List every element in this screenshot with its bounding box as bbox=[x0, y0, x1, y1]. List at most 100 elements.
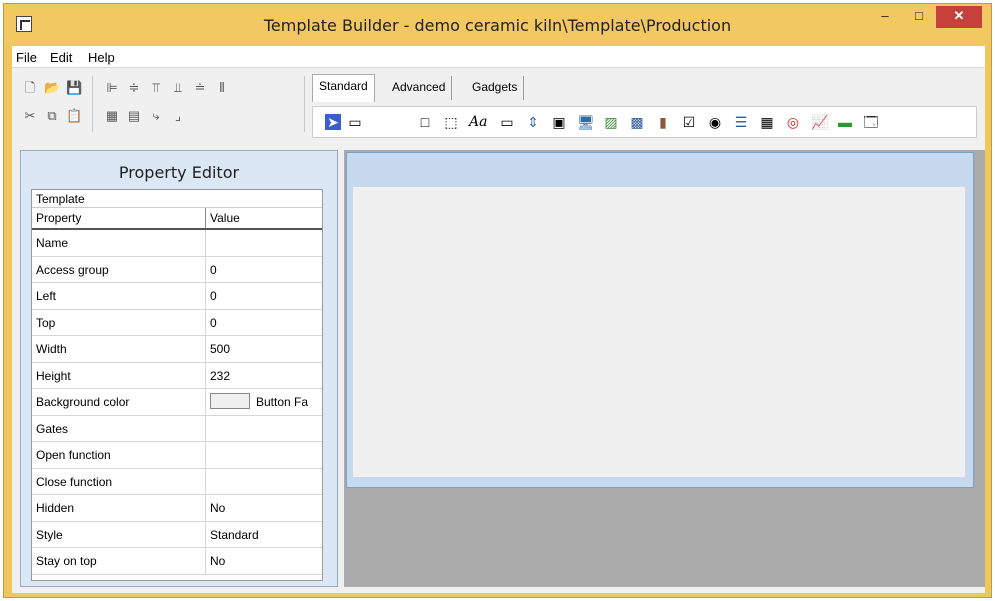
monitor-icon[interactable]: 🖥 bbox=[577, 114, 595, 130]
snap-icon[interactable]: ▤ bbox=[126, 108, 142, 124]
table-row[interactable]: Access group 0 bbox=[32, 256, 322, 283]
property-name: Height bbox=[32, 362, 206, 388]
component-palette: ➤ ▭ □ ⬚ Aa ▭ ⇕ ▣ 🖥 ▨ ▩ ▮ ☑ ◉ ☰ ▦ ◎ 📈 ▬ 🗔 bbox=[312, 106, 977, 138]
new-icon[interactable]: 🗋 bbox=[22, 80, 38, 96]
property-value[interactable]: 0 bbox=[206, 257, 322, 283]
indicator-icon[interactable]: ▬ bbox=[837, 114, 853, 130]
radio-icon[interactable]: ◉ bbox=[707, 114, 723, 130]
menu-file[interactable]: File bbox=[16, 50, 37, 65]
property-name: Hidden bbox=[32, 495, 206, 521]
spin-icon[interactable]: ⇕ bbox=[525, 114, 541, 130]
table-row[interactable]: Width 500 bbox=[32, 336, 322, 363]
table-row[interactable]: Background color Button Fa bbox=[32, 389, 322, 416]
property-name: Style bbox=[32, 521, 206, 547]
property-value[interactable]: No bbox=[206, 495, 322, 521]
order-icon[interactable]: ⤷ bbox=[148, 108, 164, 124]
property-value[interactable]: 0 bbox=[206, 283, 322, 309]
step-icon[interactable]: ⌟ bbox=[170, 108, 186, 124]
table-row[interactable]: Name bbox=[32, 230, 322, 257]
property-name: Top bbox=[32, 309, 206, 335]
window-title: Template Builder - demo ceramic kiln\Tem… bbox=[263, 16, 732, 35]
frame-icon[interactable]: ▭ bbox=[347, 114, 363, 130]
alarm-icon[interactable]: ◎ bbox=[785, 114, 801, 130]
property-grid: Template Property Value Name Access grou… bbox=[31, 189, 323, 581]
save-icon[interactable]: 💾 bbox=[66, 80, 82, 96]
size-icon[interactable]: ⫴ bbox=[214, 80, 230, 96]
grid-icon[interactable]: ▦ bbox=[759, 114, 775, 130]
color-swatch[interactable] bbox=[210, 393, 250, 410]
property-value-color[interactable]: Button Fa bbox=[206, 389, 322, 415]
gauge-icon[interactable]: ▮ bbox=[655, 114, 671, 130]
image-icon[interactable]: ▣ bbox=[551, 114, 567, 130]
table-row[interactable]: Stay on top No bbox=[32, 548, 322, 575]
table-row[interactable]: Top 0 bbox=[32, 309, 322, 336]
table-row[interactable]: Style Standard bbox=[32, 521, 322, 548]
checkbox-icon[interactable]: ☑ bbox=[681, 114, 697, 130]
property-value[interactable]: No bbox=[206, 548, 322, 574]
title-bar[interactable]: Template Builder - demo ceramic kiln\Tem… bbox=[4, 4, 991, 46]
picture-icon[interactable]: ▨ bbox=[603, 114, 619, 130]
property-value[interactable]: Standard bbox=[206, 522, 322, 548]
toolbar-separator bbox=[304, 76, 305, 132]
property-value[interactable]: 0 bbox=[206, 310, 322, 336]
table-row[interactable]: Hidden No bbox=[32, 495, 322, 522]
column-header-property[interactable]: Property bbox=[32, 208, 206, 228]
distribute-icon[interactable]: ≐ bbox=[192, 80, 208, 96]
align-left-icon[interactable]: ⊫ bbox=[104, 80, 120, 96]
property-value[interactable] bbox=[206, 469, 322, 495]
template-window[interactable] bbox=[346, 152, 974, 488]
align-top-icon[interactable]: ⫪ bbox=[148, 80, 164, 96]
table-row[interactable]: Close function bbox=[32, 468, 322, 495]
paste-icon[interactable]: 📋 bbox=[66, 108, 82, 124]
property-value[interactable]: 500 bbox=[206, 336, 322, 362]
property-name: Close function bbox=[32, 468, 206, 494]
cut-icon[interactable]: ✂ bbox=[22, 108, 38, 124]
photo-icon[interactable]: ▩ bbox=[629, 114, 645, 130]
property-value[interactable] bbox=[206, 230, 322, 256]
maximize-button[interactable]: □ bbox=[906, 6, 932, 28]
rectangle-icon[interactable]: □ bbox=[417, 114, 433, 130]
close-button[interactable]: ✕ bbox=[936, 6, 982, 28]
button-icon[interactable]: ▭ bbox=[499, 114, 515, 130]
pointer-icon[interactable]: ➤ bbox=[325, 114, 341, 130]
design-canvas[interactable] bbox=[344, 150, 985, 593]
property-editor: Property Editor Template Property Value … bbox=[20, 150, 338, 587]
table-row[interactable]: Height 232 bbox=[32, 362, 322, 389]
property-value[interactable] bbox=[206, 416, 322, 442]
align-bottom-icon[interactable]: ⫫ bbox=[170, 80, 186, 96]
property-value[interactable]: 232 bbox=[206, 363, 322, 389]
menu-bar: File Edit Help bbox=[12, 46, 985, 68]
list-icon[interactable]: ☰ bbox=[733, 114, 749, 130]
color-name: Button Fa bbox=[256, 395, 309, 409]
property-name: Background color bbox=[32, 389, 206, 415]
table-row[interactable]: Left 0 bbox=[32, 283, 322, 310]
property-name: Gates bbox=[32, 415, 206, 441]
minimize-button[interactable]: – bbox=[872, 6, 898, 28]
column-header-value[interactable]: Value bbox=[206, 208, 322, 228]
menu-help[interactable]: Help bbox=[88, 50, 115, 65]
grid-toggle-icon[interactable]: ▦ bbox=[104, 108, 120, 124]
app-window: Template Builder - demo ceramic kiln\Tem… bbox=[3, 3, 992, 598]
property-value[interactable] bbox=[206, 442, 322, 468]
status-bar bbox=[12, 587, 985, 593]
tab-advanced[interactable]: Advanced bbox=[386, 76, 453, 100]
open-icon[interactable]: 📂 bbox=[44, 80, 60, 96]
tab-gadgets[interactable]: Gadgets bbox=[466, 76, 525, 100]
trend-icon[interactable]: 📈 bbox=[811, 114, 828, 130]
copy-icon[interactable]: ⧉ bbox=[44, 108, 60, 124]
tab-standard[interactable]: Standard bbox=[312, 74, 375, 102]
template-body[interactable] bbox=[353, 187, 965, 477]
text-icon[interactable]: Aa bbox=[469, 114, 487, 130]
menu-edit[interactable]: Edit bbox=[50, 50, 72, 65]
client-area: File Edit Help 🗋 📂 💾 ✂ ⧉ 📋 ⊫ ≑ ⫪ ⫫ ≐ ⫴ ▦… bbox=[12, 46, 985, 593]
window-icon[interactable]: 🗔 bbox=[863, 114, 879, 130]
grid-header: Property Value bbox=[32, 208, 322, 230]
align-center-icon[interactable]: ≑ bbox=[126, 80, 142, 96]
panel-icon[interactable]: ⬚ bbox=[443, 114, 459, 130]
property-name: Open function bbox=[32, 442, 206, 468]
table-row[interactable]: Open function bbox=[32, 442, 322, 469]
toolbar: 🗋 📂 💾 ✂ ⧉ 📋 ⊫ ≑ ⫪ ⫫ ≐ ⫴ ▦ ▤ ⤷ ⌟ Standard… bbox=[12, 70, 985, 144]
grid-section-label: Template bbox=[32, 190, 322, 208]
toolbar-separator bbox=[92, 76, 93, 132]
table-row[interactable]: Gates bbox=[32, 415, 322, 442]
